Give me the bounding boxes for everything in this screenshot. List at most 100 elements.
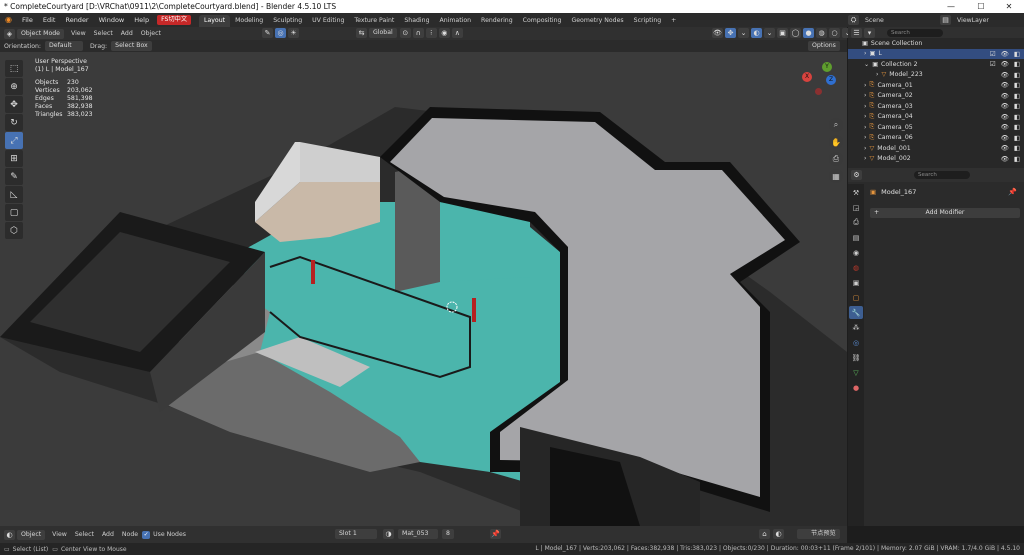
select-box-tool-icon[interactable]: ⬚ (5, 60, 23, 77)
camera-icon[interactable]: ◧ (1014, 134, 1020, 142)
outliner-row[interactable]: › ▣ L ☑ 👁 ◧ (848, 48, 1024, 59)
scale-tool-icon[interactable]: ⤢ (5, 132, 23, 149)
gizmo-dropdown-icon[interactable]: ⌄ (738, 28, 749, 38)
menu-object[interactable]: Object (137, 30, 165, 37)
editor-type-icon[interactable]: ◈ (4, 28, 15, 39)
slot-dropdown[interactable]: Slot 1 (335, 529, 377, 539)
eye-icon[interactable]: 👁 (1001, 71, 1009, 79)
outliner-scene-collection[interactable]: ▣ Scene Collection (848, 38, 1024, 49)
scene-selector[interactable]: ⛭ Scene (848, 14, 888, 26)
gizmo-toggle-icon[interactable]: ✥ (725, 28, 736, 38)
use-nodes-checkbox[interactable]: ✓ (142, 530, 151, 539)
camera-icon[interactable]: ◧ (1014, 113, 1020, 121)
transform-orientation-dropdown[interactable]: Global (369, 28, 397, 38)
annotate-tool-icon[interactable]: ✎ (5, 168, 23, 185)
transform-tool-icon[interactable]: ⊞ (5, 150, 23, 167)
eye-icon[interactable]: 👁 (1001, 102, 1009, 110)
checkbox-icon[interactable]: ☑ (990, 60, 996, 68)
outliner-editor-icon[interactable]: ☰ (851, 27, 862, 38)
drag-dropdown[interactable]: Select Box (111, 41, 152, 51)
tab-layout[interactable]: Layout (199, 14, 231, 27)
menu-help[interactable]: Help (129, 13, 154, 27)
add-object-tool-icon[interactable]: ⬡ (5, 222, 23, 239)
gizmo-x-axis[interactable]: X (802, 72, 812, 82)
tab-compositing[interactable]: Compositing (518, 15, 567, 27)
material-browse-icon[interactable]: ◑ (383, 529, 394, 539)
gizmo-z-axis[interactable]: Z (826, 75, 836, 85)
menu-node[interactable]: Node (118, 531, 142, 538)
material-tab-icon[interactable]: ● (849, 381, 863, 394)
particles-tab-icon[interactable]: ⁂ (849, 321, 863, 334)
overlay-nodes-icon[interactable]: ◐ (773, 529, 784, 539)
cursor-tool-icon[interactable]: ⊕ (5, 78, 23, 95)
pin-icon[interactable]: 📌 (1008, 188, 1017, 196)
options-dropdown[interactable]: Options (808, 41, 840, 51)
menu-select[interactable]: Select (90, 30, 117, 37)
rotate-tool-icon[interactable]: ↻ (5, 114, 23, 131)
mode-dropdown[interactable]: Object Mode (17, 28, 64, 39)
tab-modeling[interactable]: Modeling (230, 15, 268, 27)
menu-add[interactable]: Add (117, 30, 137, 37)
eye-icon[interactable]: 👁 (1001, 134, 1009, 142)
tab-rendering[interactable]: Rendering (476, 15, 518, 27)
tab-texture-paint[interactable]: Texture Paint (349, 15, 399, 27)
snap-icon[interactable]: ◎ (275, 28, 286, 38)
close-button[interactable]: ✕ (994, 0, 1024, 13)
menu-add[interactable]: Add (98, 531, 118, 538)
modifier-tab-icon[interactable]: 🔧 (849, 306, 863, 319)
material-name-field[interactable]: Mat_053 (398, 529, 438, 539)
eye-icon[interactable]: 👁 (1001, 155, 1009, 163)
eye-icon[interactable]: 👁 (1001, 81, 1009, 89)
checkbox-icon[interactable]: ☑ (990, 50, 996, 58)
camera-icon[interactable]: ◧ (1014, 144, 1020, 152)
rendered-shading-icon[interactable]: ○ (829, 28, 840, 38)
pivot-icon[interactable]: ⊙ (399, 28, 411, 38)
material-users-count[interactable]: 8 (442, 529, 454, 539)
outliner-row[interactable]: › ▽ Model_001 👁 ◧ (848, 143, 1024, 154)
camera-icon[interactable]: ◧ (1014, 81, 1020, 89)
physics-tab-icon[interactable]: ◎ (849, 336, 863, 349)
overlay-dropdown-icon[interactable]: ⌄ (764, 28, 775, 38)
scene-tab-icon[interactable]: ◉ (849, 246, 863, 259)
camera-icon[interactable]: ◧ (1014, 71, 1020, 79)
shader-type-dropdown[interactable]: Object (17, 529, 46, 540)
outliner-row[interactable]: › ⎘ Camera_03 👁 ◧ (848, 101, 1024, 112)
language-switch-button[interactable]: FS切中文 (157, 15, 192, 25)
menu-select[interactable]: Select (71, 531, 98, 538)
tool-tab-icon[interactable]: ⚒ (849, 186, 863, 199)
outliner-row[interactable]: › ⎘ Camera_06 👁 ◧ (848, 133, 1024, 144)
eye-icon[interactable]: 👁 (1001, 50, 1009, 58)
perspective-toggle-icon[interactable]: ▦ (829, 169, 843, 183)
tab-sculpting[interactable]: Sculpting (268, 15, 307, 27)
measure-tool-icon[interactable]: ◺ (5, 186, 23, 203)
light-icon[interactable]: ☀ (288, 28, 299, 38)
object-tab-icon[interactable]: ▢ (849, 291, 863, 304)
menu-file[interactable]: File (17, 13, 38, 27)
eye-icon[interactable]: 👁 (1001, 92, 1009, 100)
menu-window[interactable]: Window (94, 13, 130, 27)
menu-render[interactable]: Render (60, 13, 93, 27)
outliner-row[interactable]: › ⎘ Camera_02 👁 ◧ (848, 91, 1024, 102)
camera-icon[interactable]: ◧ (1014, 60, 1020, 68)
eye-icon[interactable]: 👁 (1001, 123, 1009, 131)
view-layer-selector[interactable]: ▤ ViewLayer (940, 14, 993, 26)
render-tab-icon[interactable]: ◲ (849, 201, 863, 214)
snap-target-icon[interactable]: ⁝ (425, 28, 437, 38)
outliner-row[interactable]: › ⎘ Camera_05 👁 ◧ (848, 122, 1024, 133)
camera-icon[interactable]: ◧ (1014, 123, 1020, 131)
move-tool-icon[interactable]: ✥ (5, 96, 23, 113)
material-shading-icon[interactable]: ◍ (816, 28, 827, 38)
tab-geometry-nodes[interactable]: Geometry Nodes (566, 15, 628, 27)
xray-icon[interactable]: ▣ (777, 28, 788, 38)
visibility-icon[interactable]: 👁 (712, 28, 723, 38)
camera-icon[interactable]: ◧ (1014, 155, 1020, 163)
collection-tab-icon[interactable]: ▣ (849, 276, 863, 289)
outliner-row[interactable]: › ▽ Model_002 👁 ◧ (848, 154, 1024, 165)
tab-animation[interactable]: Animation (435, 15, 477, 27)
add-cube-tool-icon[interactable]: ▢ (5, 204, 23, 221)
magnet-icon[interactable]: ∩ (412, 28, 424, 38)
gizmo-neg-x[interactable] (815, 88, 822, 95)
camera-icon[interactable]: ◧ (1014, 102, 1020, 110)
menu-view[interactable]: View (67, 30, 90, 37)
outliner-row[interactable]: ⌄ ▣ Collection 2 ☑ 👁 ◧ (848, 59, 1024, 70)
